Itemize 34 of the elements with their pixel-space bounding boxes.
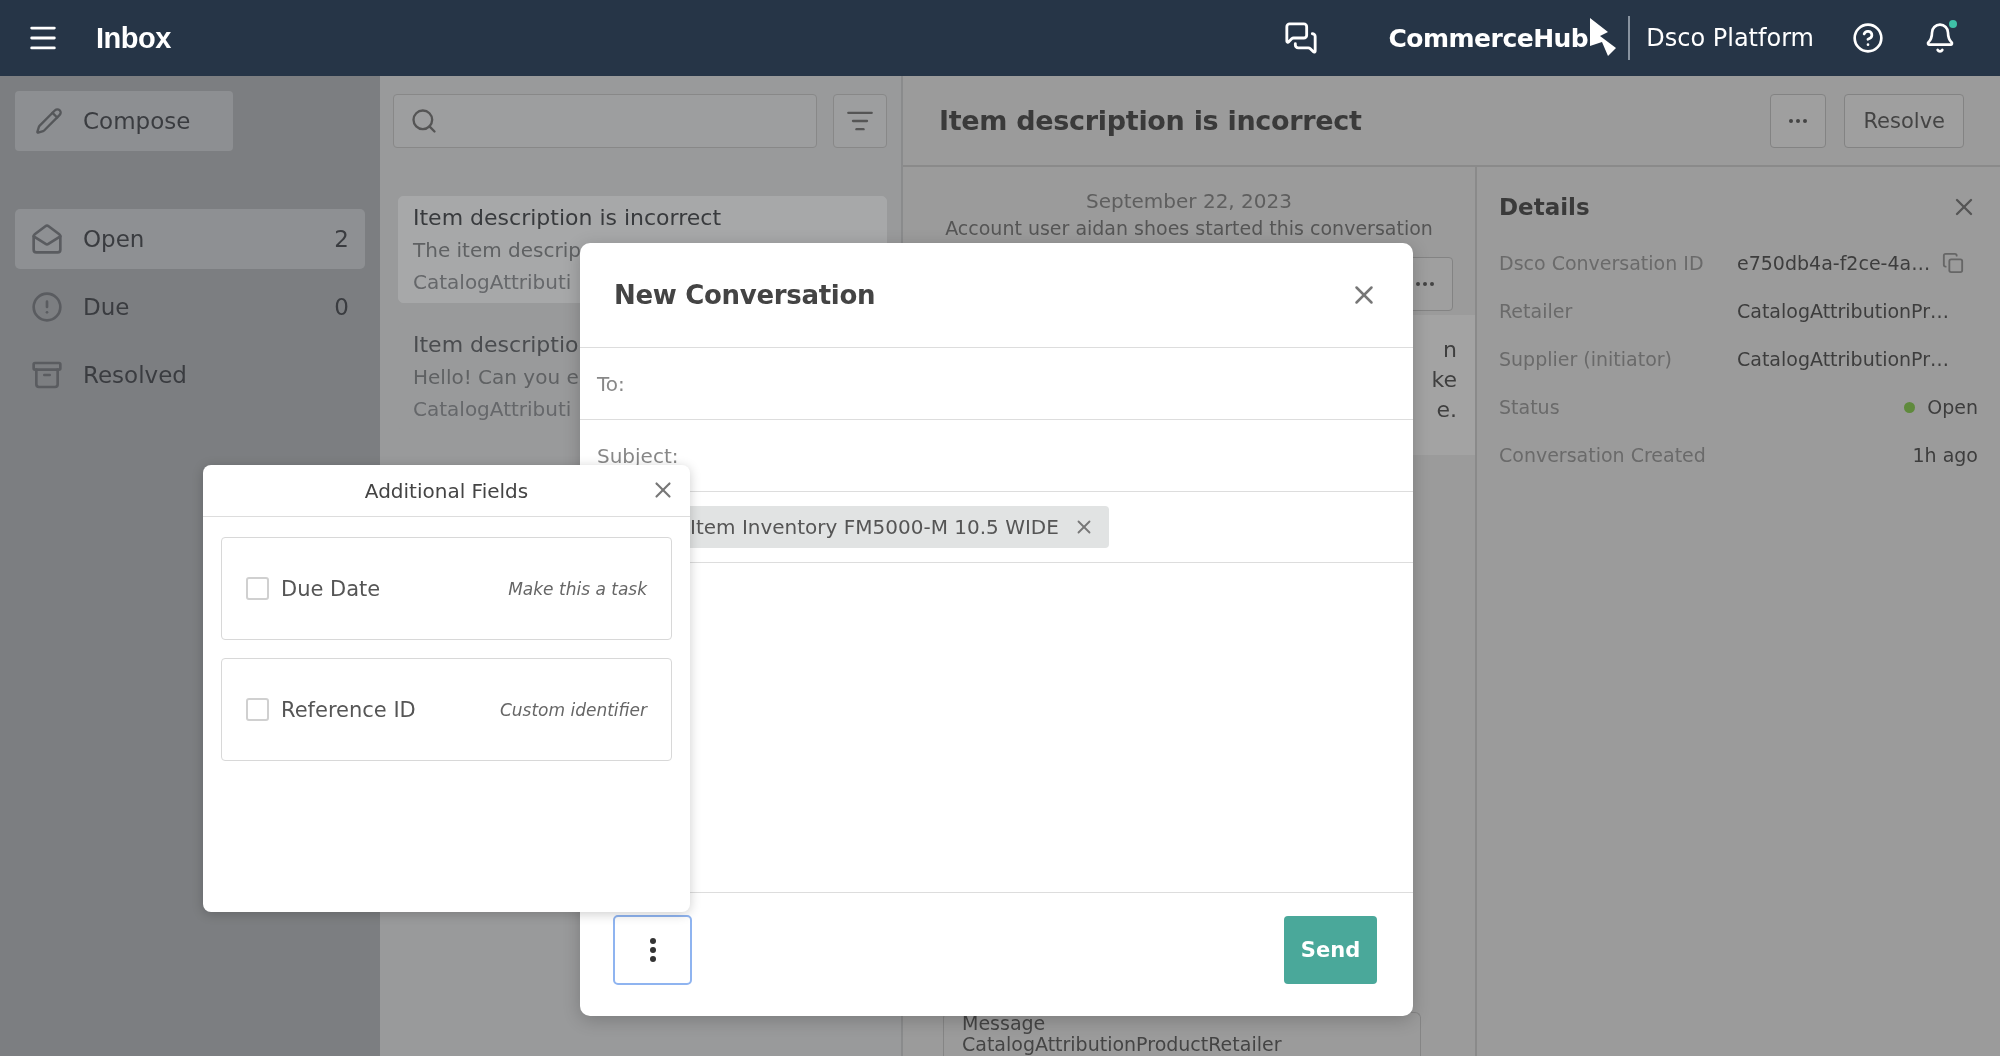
message-label: Message	[962, 1013, 1047, 1034]
item-title: Item descriptio	[413, 332, 579, 357]
option-hint: Make this a task	[508, 578, 647, 599]
message-text: n	[1443, 336, 1457, 364]
detail-value: e750db4a-f2ce-4a…	[1737, 252, 1931, 274]
popover-title: Additional Fields	[364, 478, 529, 503]
item-title: Item description is incorrect	[413, 205, 722, 230]
detail-value: CatalogAttributionPr…	[1737, 300, 1950, 322]
nav-label: Open	[83, 226, 145, 252]
nav-count: 0	[334, 294, 349, 320]
conversation-title: Item description is incorrect	[939, 105, 1362, 136]
thread-date: September 22, 2023	[1086, 189, 1292, 213]
chip-label: Item Inventory FM5000-M 10.5 WIDE	[690, 515, 1059, 539]
thread-event: Account user aidan shoes started this conversation	[945, 217, 1433, 239]
detail-value: 1h ago	[1912, 444, 1978, 466]
nav-count: 2	[334, 226, 349, 252]
option-label: Reference ID	[281, 697, 416, 722]
option-hint: Custom identifier	[499, 699, 647, 720]
brand-name: CommerceHub	[1388, 23, 1589, 53]
option-label: Due Date	[281, 576, 381, 601]
page-title: Inbox	[96, 21, 171, 55]
item-retailer: CatalogAttributi	[413, 270, 572, 294]
details-title: Details	[1499, 194, 1590, 220]
message-text: ke	[1431, 366, 1457, 394]
dialog-title: New Conversation	[614, 280, 876, 310]
detail-value: CatalogAttributionPr…	[1737, 348, 1950, 370]
product-name: Dsco Platform	[1646, 24, 1814, 52]
message-sender: CatalogAttributionProductRetailer	[962, 1034, 1283, 1055]
nav-label: Resolved	[83, 362, 187, 388]
item-preview: Hello! Can you e	[413, 365, 579, 389]
item-preview: The item descrip	[413, 238, 581, 262]
nav-label: Due	[83, 294, 130, 320]
detail-value: Open	[1927, 396, 1978, 418]
message-text: e.	[1436, 396, 1457, 424]
